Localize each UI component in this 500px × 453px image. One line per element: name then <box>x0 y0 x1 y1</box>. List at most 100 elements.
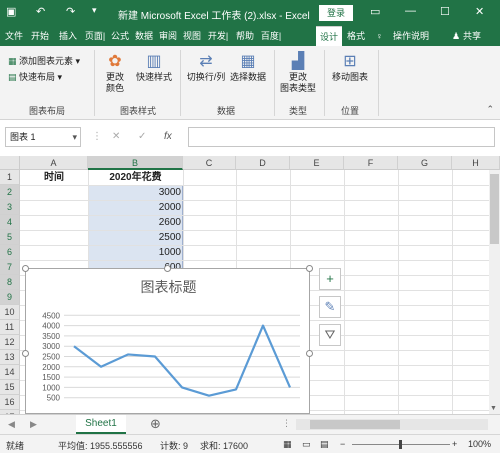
minimize-icon[interactable]: — <box>405 5 416 17</box>
column-header-e[interactable]: E <box>290 156 344 170</box>
column-header-f[interactable]: F <box>344 156 398 170</box>
page-break-view-icon[interactable]: ▤ <box>320 439 329 450</box>
tab-format[interactable]: 格式 <box>343 26 369 46</box>
select-data-button[interactable]: ▦ 选择数据 <box>228 52 268 83</box>
tab-file[interactable]: 文件 <box>2 26 26 46</box>
quick-layout-button[interactable]: ▤ 快速布局 ▾ <box>8 70 62 83</box>
row-header[interactable]: 5 <box>0 230 20 245</box>
ribbon-tabs: 文件 开始 插入 页面| 公式 数据 审阅 视图 开发| 帮助 百度| 设计 格… <box>0 26 500 46</box>
resize-handle[interactable] <box>164 265 171 272</box>
row-header[interactable]: 14 <box>0 365 20 380</box>
maximize-icon[interactable]: ☐ <box>440 5 450 18</box>
tab-review[interactable]: 审阅 <box>156 26 180 46</box>
quick-styles-button[interactable]: ▥ 快速样式 <box>134 52 174 83</box>
tab-page-layout[interactable]: 页面| <box>82 26 108 46</box>
zoom-slider-thumb[interactable] <box>399 440 402 449</box>
row-header[interactable]: 1 <box>0 170 20 185</box>
row-header[interactable]: 15 <box>0 380 20 395</box>
scrollbar-thumb[interactable] <box>490 174 499 244</box>
add-chart-element-button[interactable]: ▦ 添加图表元素 ▾ <box>8 54 80 67</box>
chart-filters-button[interactable]: ⛛ <box>319 324 341 346</box>
row-header[interactable]: 12 <box>0 335 20 350</box>
chart-elements-button[interactable]: + <box>319 268 341 290</box>
enter-icon[interactable]: ✓ <box>138 131 146 142</box>
add-sheet-button[interactable]: ⊕ <box>150 416 161 432</box>
ribbon-display-icon[interactable]: ▭ <box>370 5 380 18</box>
tab-view[interactable]: 视图 <box>180 26 204 46</box>
customize-icon[interactable]: ▾ <box>92 5 97 16</box>
cell-b1[interactable]: 2020年花费 <box>88 170 183 185</box>
zoom-in-icon[interactable]: + <box>452 439 457 449</box>
chart-styles-button[interactable]: ✎ <box>319 296 341 318</box>
tell-me-label[interactable]: 操作说明 <box>393 26 429 46</box>
resize-handle[interactable] <box>22 350 29 357</box>
row-header[interactable]: 7 <box>0 260 20 275</box>
row-header[interactable]: 11 <box>0 320 20 335</box>
scroll-down-icon[interactable]: ▼ <box>490 405 497 412</box>
tab-home[interactable]: 开始 <box>28 26 52 46</box>
cell-a1[interactable]: 时间 <box>20 170 88 185</box>
login-button[interactable]: 登录 <box>319 5 353 21</box>
move-chart-button[interactable]: ⊞ 移动图表 <box>328 52 372 83</box>
column-header-g[interactable]: G <box>398 156 452 170</box>
next-sheet-icon[interactable]: ▶ <box>30 419 37 430</box>
cell-b6[interactable]: 1000 <box>88 245 181 260</box>
more-sheets-icon[interactable]: ⋮ <box>282 418 291 429</box>
normal-view-icon[interactable]: ▦ <box>283 439 292 450</box>
zoom-level[interactable]: 100% <box>468 439 491 449</box>
row-header[interactable]: 13 <box>0 350 20 365</box>
name-box[interactable]: 图表 1 ▾ <box>5 127 81 147</box>
tab-developer[interactable]: 开发| <box>205 26 231 46</box>
cell-b3[interactable]: 2000 <box>88 200 181 215</box>
insert-function-icon[interactable]: fx <box>164 131 172 142</box>
cell-b2[interactable]: 3000 <box>88 185 181 200</box>
tab-design[interactable]: 设计 <box>316 26 342 46</box>
row-header[interactable]: 4 <box>0 215 20 230</box>
row-header[interactable]: 6 <box>0 245 20 260</box>
line-chart[interactable]: 图表标题 4500 4000 3500 3000 2500 2000 1500 1000 500 <box>25 268 310 414</box>
zoom-out-icon[interactable]: − <box>340 439 345 449</box>
undo-icon[interactable]: ↶ <box>36 5 45 18</box>
tab-insert[interactable]: 插入 <box>56 26 80 46</box>
share-button[interactable]: 共享 <box>463 26 481 46</box>
collapse-ribbon-icon[interactable]: ⌃ <box>486 104 494 115</box>
sheet-tab-sheet1[interactable]: Sheet1 <box>76 415 126 434</box>
chart-plot: 4500 400035003000 2500200015001000 500 <box>42 311 300 403</box>
tab-help[interactable]: 帮助 <box>233 26 257 46</box>
row-header[interactable]: 9 <box>0 290 20 305</box>
switch-row-column-button[interactable]: ⇄ 切换行/列 <box>184 52 228 83</box>
cell-b4[interactable]: 2600 <box>88 215 181 230</box>
row-header[interactable]: 16 <box>0 395 20 410</box>
change-chart-type-button[interactable]: ▟ 更改 图表类型 <box>278 52 318 94</box>
row-header[interactable]: 8 <box>0 275 20 290</box>
cancel-icon[interactable]: ✕ <box>112 131 120 142</box>
row-header[interactable]: 10 <box>0 305 20 320</box>
column-header-h[interactable]: H <box>452 156 500 170</box>
close-icon[interactable]: ✕ <box>475 5 484 18</box>
save-icon[interactable]: ▣ <box>6 5 16 18</box>
resize-handle[interactable] <box>306 350 313 357</box>
cell-b5[interactable]: 2500 <box>88 230 181 245</box>
select-all-corner[interactable] <box>0 156 20 170</box>
zoom-slider[interactable] <box>352 440 450 449</box>
formula-input[interactable] <box>188 127 495 147</box>
resize-handle[interactable] <box>22 265 29 272</box>
resize-handle[interactable] <box>306 265 313 272</box>
status-mode: 就绪 <box>6 441 25 451</box>
tab-formulas[interactable]: 公式 <box>108 26 132 46</box>
change-colors-button[interactable]: ✿ 更改 颜色 <box>100 52 130 94</box>
vertical-scrollbar[interactable]: ▼ <box>489 170 500 414</box>
row-header[interactable]: 3 <box>0 200 20 215</box>
row-header[interactable]: 2 <box>0 185 20 200</box>
column-header-d[interactable]: D <box>236 156 290 170</box>
tab-data[interactable]: 数据 <box>132 26 156 46</box>
redo-icon[interactable]: ↷ <box>66 5 75 18</box>
page-layout-view-icon[interactable]: ▭ <box>302 439 311 450</box>
tab-baidu[interactable]: 百度| <box>258 26 284 46</box>
prev-sheet-icon[interactable]: ◀ <box>8 419 15 430</box>
horizontal-scrollbar[interactable] <box>296 419 488 430</box>
scrollbar-thumb[interactable] <box>310 420 400 429</box>
column-header-a[interactable]: A <box>20 156 88 170</box>
column-header-b[interactable]: B <box>88 156 183 170</box>
column-header-c[interactable]: C <box>183 156 236 170</box>
